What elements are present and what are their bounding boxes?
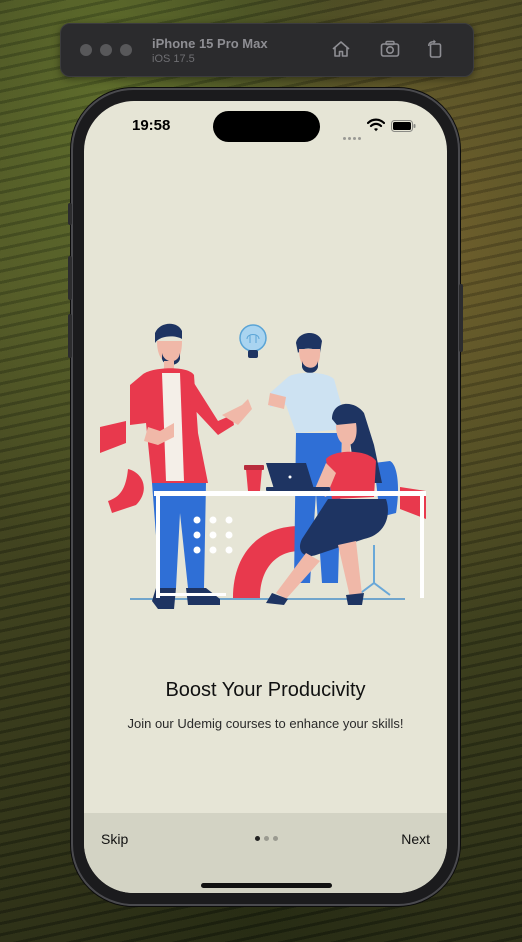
volume-up-button (68, 256, 72, 300)
window-minimize-button[interactable] (100, 44, 112, 56)
status-time: 19:58 (132, 117, 171, 134)
onboarding-title: Boost Your Producivity (165, 679, 366, 701)
team-working-illustration (100, 323, 426, 609)
wifi-icon (367, 118, 385, 132)
onboarding-subtitle: Join our Udemig courses to enhance your … (127, 716, 404, 731)
window-close-button[interactable] (80, 44, 92, 56)
action-button (68, 203, 72, 225)
rotate-icon[interactable] (424, 38, 446, 60)
volume-down-button (68, 314, 72, 358)
iphone-device-frame: 19:58 Boost Your Producivity Join our Ud… (68, 88, 463, 906)
page-dot[interactable] (273, 836, 278, 841)
simulator-device-name: iPhone 15 Pro Max (152, 36, 268, 51)
home-icon[interactable] (330, 38, 352, 60)
battery-icon (391, 120, 416, 132)
home-indicator (201, 883, 332, 888)
simulator-toolbar: iPhone 15 Pro Max iOS 17.5 (60, 23, 474, 77)
app-screen: 19:58 Boost Your Producivity Join our Ud… (84, 101, 447, 893)
simulator-os-version: iOS 17.5 (152, 53, 195, 65)
skip-button[interactable]: Skip (101, 831, 128, 847)
page-dot[interactable] (264, 836, 269, 841)
window-zoom-button[interactable] (120, 44, 132, 56)
next-button[interactable]: Next (401, 831, 430, 847)
page-dot[interactable] (255, 836, 260, 841)
signal-icon (343, 127, 363, 140)
side-button (459, 284, 463, 352)
dynamic-island (213, 111, 320, 142)
screenshot-icon[interactable] (379, 38, 401, 60)
onboarding-bottom-bar: Skip Next (84, 813, 447, 893)
